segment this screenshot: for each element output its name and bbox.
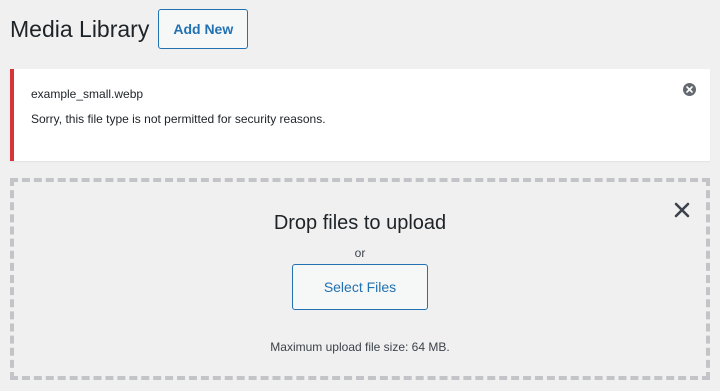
media-library-page: Media Library Add New example_small.webp… <box>0 0 720 391</box>
page-title: Media Library <box>10 16 150 42</box>
error-notice: example_small.webp Sorry, this file type… <box>10 69 710 161</box>
max-upload-size: Maximum upload file size: 64 MB. <box>270 340 450 354</box>
add-new-button[interactable]: Add New <box>158 9 249 49</box>
dismiss-icon[interactable] <box>683 83 696 96</box>
upload-dropzone[interactable]: Drop files to upload or Select Files Max… <box>10 178 710 380</box>
select-files-button[interactable]: Select Files <box>292 264 428 310</box>
drop-files-title: Drop files to upload <box>273 212 447 234</box>
notice-filename: example_small.webp <box>31 87 144 101</box>
page-header: Media Library Add New <box>10 9 249 49</box>
notice-message: Sorry, this file type is not permitted f… <box>31 112 326 126</box>
or-separator: or <box>354 246 366 260</box>
